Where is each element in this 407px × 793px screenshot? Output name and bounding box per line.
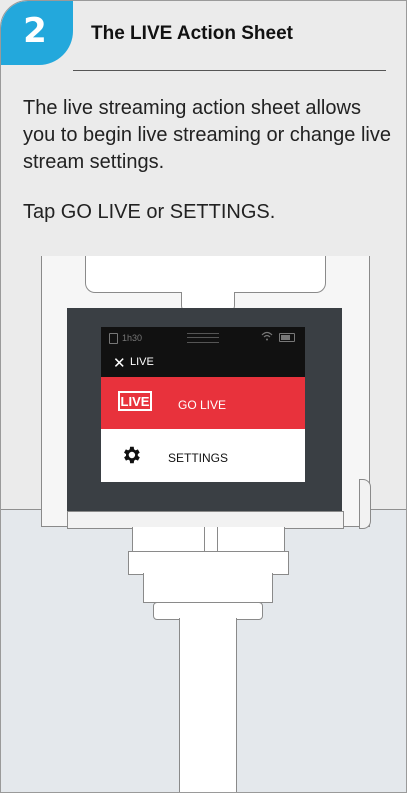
title-divider — [73, 70, 386, 71]
battery-icon — [279, 333, 295, 342]
camera-top-panel — [85, 256, 326, 293]
camera-screen: 1h30 ✕ LIVE LIVE GO LIVE SETTINGS — [101, 327, 305, 482]
mount-pole — [179, 618, 237, 792]
live-sheet-header: ✕ LIVE — [101, 347, 305, 377]
sd-card-icon — [109, 333, 118, 344]
menu-handle-icon — [187, 333, 219, 343]
instruction-card: 2 The LIVE Action Sheet The live streami… — [0, 0, 407, 793]
settings-label: SETTINGS — [168, 451, 229, 465]
description-text: The live streaming action sheet allows y… — [23, 97, 391, 173]
step-number-badge: 2 — [1, 1, 73, 65]
settings-button[interactable]: SETTINGS — [101, 429, 305, 482]
mount-ring — [128, 551, 289, 575]
wifi-icon — [261, 331, 273, 341]
mount-split — [204, 527, 218, 551]
gear-icon — [124, 446, 140, 464]
instruction-text: Tap GO LIVE or SETTINGS. — [23, 201, 276, 223]
live-icon: LIVE — [118, 391, 152, 411]
go-live-label: GO LIVE — [178, 398, 227, 412]
live-sheet-title: LIVE — [130, 356, 154, 368]
close-icon[interactable]: ✕ — [113, 354, 126, 372]
status-bar: 1h30 — [101, 327, 305, 347]
recording-time: 1h30 — [122, 333, 143, 343]
go-live-button[interactable]: LIVE GO LIVE — [101, 377, 305, 429]
step-number: 2 — [23, 11, 47, 51]
mount-collar — [143, 573, 273, 603]
step-title: The LIVE Action Sheet — [91, 23, 293, 44]
side-button — [359, 479, 371, 529]
